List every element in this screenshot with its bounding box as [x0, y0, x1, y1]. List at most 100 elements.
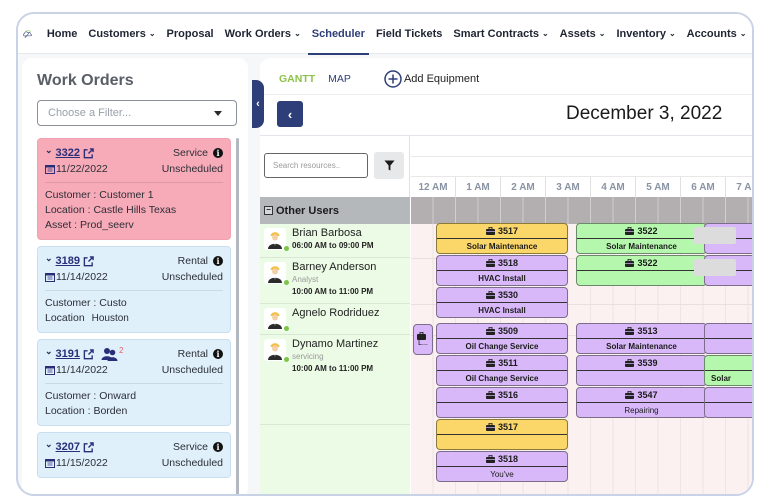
work-order-card[interactable]: ⌄ 3191 2 Rental i 11/14/2022 Unscheduled Custom…	[37, 339, 231, 426]
detail-label: Location :	[45, 405, 94, 417]
chevron-down-icon[interactable]: ⌄	[45, 439, 53, 450]
tab-map[interactable]: MAP	[328, 73, 351, 85]
timeline-group-row	[411, 197, 752, 224]
online-status-dot	[284, 246, 289, 251]
job-header: 3518	[437, 256, 567, 271]
add-equipment-button[interactable]: Add Equipment	[384, 70, 479, 88]
hour-label: 12 AM	[411, 177, 456, 197]
nav-item-smart-contracts[interactable]: Smart Contracts ⌄	[453, 14, 548, 54]
tab-gantt[interactable]: GANTT	[279, 73, 315, 85]
work-order-card[interactable]: ⌄ 3322 Service i 11/22/2022 Unscheduled Custom…	[37, 138, 231, 240]
job-id: 3517	[497, 226, 519, 236]
job-id: 3547	[637, 390, 658, 400]
hour-label: 1 AM	[456, 177, 501, 197]
resource-filter-button[interactable]	[374, 152, 404, 179]
work-order-id-link[interactable]: 3322	[56, 147, 80, 159]
scheduled-job[interactable]	[704, 323, 752, 354]
scheduled-job[interactable]: 3511 Oil Change Service	[436, 355, 568, 386]
scheduled-job[interactable]: 3517 Solar Maintenance	[436, 223, 568, 254]
resource-row[interactable]: Barney Anderson Analyst 10:00 AM to 11:00 …	[260, 258, 410, 304]
resource-list: Brian Barbosa 06:00 AM to 09:00 PM Barney …	[260, 224, 410, 494]
job-description: HVAC Install	[478, 273, 526, 283]
resource-hours: 06:00 AM to 09:00 PM	[292, 241, 374, 250]
collapse-group-icon[interactable]: −	[264, 206, 273, 215]
hour-header: 12 AM1 AM2 AM3 AM4 AM5 AM6 AM7 AM	[411, 177, 752, 197]
external-link-icon[interactable]	[83, 348, 94, 360]
briefcase-icon	[485, 291, 495, 299]
scheduled-job[interactable]: 3518 HVAC Install	[436, 255, 568, 286]
work-order-id-group: ⌄ 3191 2	[45, 345, 124, 361]
chevron-down-icon[interactable]: ⌄	[45, 346, 53, 357]
scheduled-job[interactable]	[704, 387, 752, 418]
users-count-badge: 2	[119, 345, 124, 355]
info-icon[interactable]: i	[213, 256, 223, 266]
nav-item-label: Scheduler	[311, 27, 365, 40]
work-order-id-link[interactable]: 3207	[56, 441, 80, 453]
collapsed-job-label: L...	[418, 340, 428, 347]
calendar-icon	[45, 165, 55, 174]
collapsed-job[interactable]: L...	[413, 324, 433, 355]
scheduled-job[interactable]: 3522 Solar Maintenance	[576, 223, 707, 254]
scheduled-job[interactable]: 3522	[576, 255, 707, 286]
resource-row[interactable]: Dynamo Martinez servicing 10:00 AM to 11:0…	[260, 335, 410, 425]
briefcase-icon	[485, 455, 495, 463]
previous-day-button[interactable]: ‹	[277, 101, 303, 127]
scheduled-job[interactable]: 3513 Solar Maintenance	[576, 323, 707, 354]
job-description: HVAC Install	[478, 305, 526, 315]
work-order-status: Unscheduled	[161, 163, 223, 175]
external-link-icon[interactable]	[83, 147, 94, 159]
work-order-type: Service i	[173, 147, 223, 159]
work-order-date: 11/15/2022	[45, 457, 108, 469]
nav-item-field-tickets[interactable]: Field Tickets	[376, 14, 442, 54]
scheduled-job[interactable]: 3518 You've	[436, 451, 568, 482]
external-link-icon[interactable]	[83, 441, 94, 453]
work-order-card[interactable]: ⌄ 3189 Rental i 11/14/2022 Unscheduled Custome…	[37, 246, 231, 333]
nav-item-proposal[interactable]: Proposal	[167, 14, 214, 54]
info-icon[interactable]: i	[213, 148, 223, 158]
nav-item-scheduler[interactable]: Scheduler	[307, 14, 370, 55]
search-resources-input[interactable]: Search resources..	[264, 153, 368, 178]
work-order-date-row: 11/22/2022 Unscheduled	[45, 161, 223, 177]
calendar-icon	[45, 273, 55, 282]
nav-item-accounts[interactable]: Accounts ⌄	[687, 14, 747, 54]
chevron-down-icon[interactable]: ⌄	[45, 145, 53, 156]
scheduled-job[interactable]: 3517	[436, 419, 568, 450]
work-order-type: Rental i	[178, 255, 223, 267]
caret-down-icon	[214, 111, 222, 116]
work-order-card[interactable]: ⌄ 3207 Service i 11/15/2022 Unscheduled	[37, 432, 231, 478]
resource-row[interactable]: Brian Barbosa 06:00 AM to 09:00 PM	[260, 224, 410, 258]
nav-item-label: Home	[46, 27, 78, 40]
nav-item-assets[interactable]: Assets ⌄	[560, 14, 606, 54]
filter-select[interactable]: Choose a Filter...	[37, 100, 237, 126]
collapse-panel-button[interactable]: ‹	[252, 80, 264, 128]
detail-label: Location	[45, 312, 88, 324]
nav-item-work-orders[interactable]: Work Orders ⌄	[225, 14, 301, 54]
work-order-detail: Location : Borden	[45, 404, 223, 419]
scheduled-job[interactable]: 3516	[436, 387, 568, 418]
work-order-id-link[interactable]: 3189	[56, 255, 80, 267]
resource-hours: 10:00 AM to 11:00 PM	[292, 364, 374, 373]
cloud-wrench-logo[interactable]	[22, 18, 33, 50]
nav-item-home[interactable]: Home	[47, 14, 78, 54]
briefcase-icon	[485, 227, 495, 235]
work-orders-title: Work Orders	[37, 72, 134, 89]
scheduled-job[interactable]: Solar	[704, 355, 752, 386]
work-order-scrollbar[interactable]	[236, 138, 239, 494]
scheduled-job[interactable]: 3509 Oil Change Service	[436, 323, 568, 354]
nav-item-customers[interactable]: Customers ⌄	[88, 14, 155, 54]
resource-name: Dynamo Martinez	[292, 338, 379, 350]
work-order-id-link[interactable]: 3191	[56, 348, 80, 360]
resource-group-header[interactable]: − Other Users	[260, 197, 410, 224]
external-link-icon[interactable]	[83, 255, 94, 267]
users-icon[interactable]	[101, 347, 119, 361]
scheduled-job[interactable]: 3539	[576, 355, 707, 386]
job-header: 3547	[577, 388, 706, 403]
info-icon[interactable]: i	[213, 442, 223, 452]
info-icon[interactable]: i	[213, 349, 223, 359]
job-description	[577, 371, 706, 385]
scheduled-job[interactable]: 3547 Repairing	[576, 387, 707, 418]
chevron-down-icon[interactable]: ⌄	[45, 253, 53, 264]
resource-row[interactable]: Agnelo Rodriduez	[260, 304, 410, 335]
scheduled-job[interactable]: 3530 HVAC Install	[436, 287, 568, 318]
nav-item-inventory[interactable]: Inventory ⌄	[616, 14, 675, 54]
